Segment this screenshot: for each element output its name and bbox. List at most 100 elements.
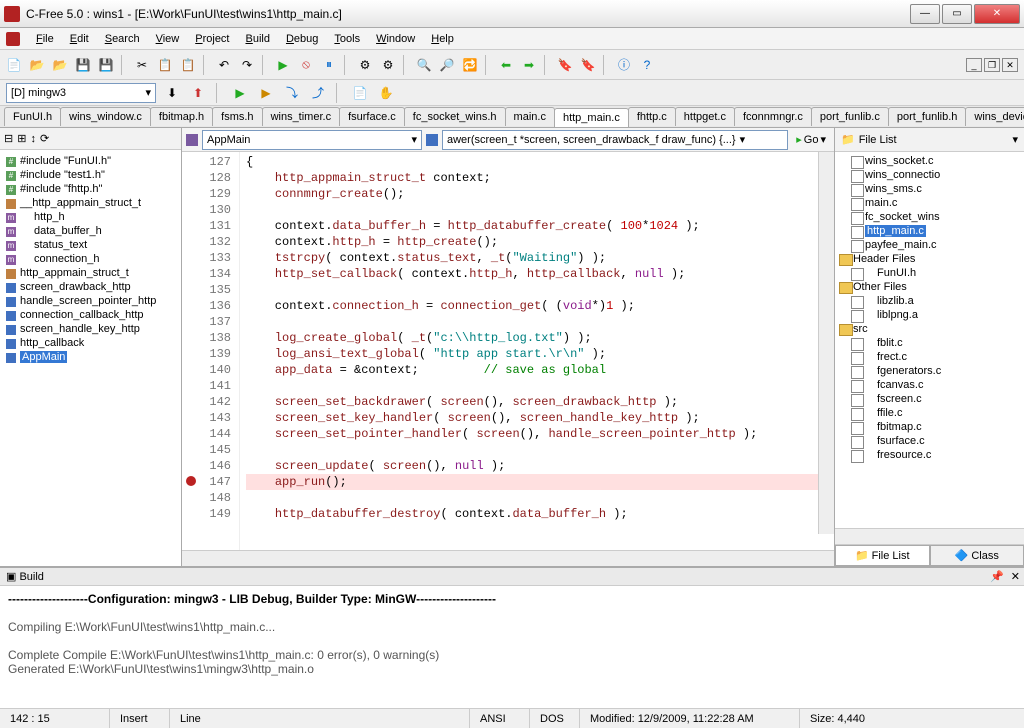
mdi-restore[interactable]: ❐	[984, 58, 1000, 72]
filetab[interactable]: FunUI.h	[4, 107, 61, 126]
file-node[interactable]: fc_socket_wins	[837, 210, 1022, 224]
function-combo[interactable]: awer(screen_t *screen, screen_drawback_f…	[442, 130, 788, 150]
symbol-node[interactable]: #include "test1.h"	[2, 168, 179, 182]
filetab[interactable]: httpget.c	[675, 107, 735, 126]
menu-project[interactable]: Project	[187, 31, 237, 47]
open-icon[interactable]: 📂	[27, 55, 47, 75]
filetab[interactable]: wins_device.c	[965, 107, 1024, 126]
step-icon[interactable]: ⤵	[282, 83, 302, 103]
menu-view[interactable]: View	[148, 31, 188, 47]
breakpoint-icon[interactable]	[186, 476, 196, 486]
menu-build[interactable]: Build	[238, 31, 278, 47]
symbol-node[interactable]: AppMain	[2, 350, 179, 364]
bookmark-icon[interactable]: 🔖	[555, 55, 575, 75]
code-editor[interactable]: 1271281291301311321331341351361371381391…	[182, 152, 834, 550]
file-node[interactable]: wins_connectio	[837, 168, 1022, 182]
saveall-icon[interactable]: 💾	[96, 55, 116, 75]
run-icon[interactable]: ▶	[230, 83, 250, 103]
filetab[interactable]: fsms.h	[212, 107, 262, 126]
sort-icon[interactable]: ↕	[30, 133, 36, 145]
pin-icon[interactable]: 📌	[990, 570, 1004, 583]
hscrollbar[interactable]	[182, 550, 834, 566]
folder-node[interactable]: src	[837, 322, 1022, 336]
cfg-icon1[interactable]: ⬇	[162, 83, 182, 103]
symbol-node[interactable]: __http_appmain_struct_t	[2, 196, 179, 210]
replace-icon[interactable]: 🔁	[460, 55, 480, 75]
scope-combo[interactable]: AppMain▾	[202, 130, 422, 150]
file-node[interactable]: fcanvas.c	[837, 378, 1022, 392]
minimize-button[interactable]: —	[910, 4, 940, 24]
filetab[interactable]: fhttp.c	[628, 107, 676, 126]
mdi-minimize[interactable]: _	[966, 58, 982, 72]
tab-filelist[interactable]: 📁 File List	[835, 545, 930, 566]
symbol-node[interactable]: http_appmain_struct_t	[2, 266, 179, 280]
filetab[interactable]: port_funlib.c	[811, 107, 889, 126]
symbol-tree[interactable]: #include "FunUI.h"#include "test1.h"#inc…	[0, 150, 181, 566]
menu-debug[interactable]: Debug	[278, 31, 326, 47]
undo-icon[interactable]: ↶	[214, 55, 234, 75]
findnext-icon[interactable]: 🔎	[437, 55, 457, 75]
expand-icon[interactable]: ⊞	[17, 132, 26, 145]
symbol-node[interactable]: handle_screen_pointer_http	[2, 294, 179, 308]
menu-edit[interactable]: Edit	[62, 31, 97, 47]
file-node[interactable]: ffile.c	[837, 406, 1022, 420]
file-node[interactable]: fbitmap.c	[837, 420, 1022, 434]
symbol-node[interactable]: status_text	[2, 238, 179, 252]
filelist-hscroll[interactable]	[835, 528, 1024, 544]
symbol-node[interactable]: http_h	[2, 210, 179, 224]
cfg-icon2[interactable]: ⬆	[188, 83, 208, 103]
file-tree[interactable]: wins_socket.cwins_connectiowins_sms.cmai…	[835, 152, 1024, 528]
config-combo[interactable]: [D] mingw3▾	[6, 83, 156, 103]
file-node[interactable]: FunUI.h	[837, 266, 1022, 280]
menu-file[interactable]: File	[28, 31, 62, 47]
file-node[interactable]: fscreen.c	[837, 392, 1022, 406]
compile-icon[interactable]: ⚙	[355, 55, 375, 75]
paste-icon[interactable]: 📋	[178, 55, 198, 75]
symbol-node[interactable]: #include "FunUI.h"	[2, 154, 179, 168]
file-node[interactable]: fsurface.c	[837, 434, 1022, 448]
build-close-icon[interactable]: ✕	[1011, 570, 1020, 583]
symbol-node[interactable]: http_callback	[2, 336, 179, 350]
find-icon[interactable]: 🔍	[414, 55, 434, 75]
symbol-node[interactable]: screen_handle_key_http	[2, 322, 179, 336]
file-node[interactable]: fresource.c	[837, 448, 1022, 462]
back-icon[interactable]: ⬅	[496, 55, 516, 75]
info-icon[interactable]: ⓘ	[614, 55, 634, 75]
maximize-button[interactable]: ▭	[942, 4, 972, 24]
build-output[interactable]: --------------------Configuration: mingw…	[0, 586, 1024, 708]
symbol-node[interactable]: connection_callback_http	[2, 308, 179, 322]
save-icon[interactable]: 💾	[73, 55, 93, 75]
cut-icon[interactable]: ✂	[132, 55, 152, 75]
menu-window[interactable]: Window	[368, 31, 423, 47]
menu-search[interactable]: Search	[97, 31, 148, 47]
filetab[interactable]: fbitmap.h	[150, 107, 213, 126]
copy-icon[interactable]: 📋	[155, 55, 175, 75]
play-icon[interactable]: ▶	[273, 55, 293, 75]
file-node[interactable]: frect.c	[837, 350, 1022, 364]
file-node[interactable]: liblpng.a	[837, 308, 1022, 322]
mdi-close[interactable]: ✕	[1002, 58, 1018, 72]
filetab[interactable]: fsurface.c	[339, 107, 405, 126]
symbol-node[interactable]: connection_h	[2, 252, 179, 266]
debug-icon[interactable]: ▶	[256, 83, 276, 103]
tab-class[interactable]: 🔷 Class	[930, 545, 1024, 566]
menu-tools[interactable]: Tools	[326, 31, 368, 47]
symbol-node[interactable]: screen_drawback_http	[2, 280, 179, 294]
go-play-icon[interactable]: ▸	[796, 133, 802, 146]
filetab[interactable]: fconnmngr.c	[734, 107, 812, 126]
open2-icon[interactable]: 📂	[50, 55, 70, 75]
folder-node[interactable]: Other Files	[837, 280, 1022, 294]
redo-icon[interactable]: ↷	[237, 55, 257, 75]
help-icon[interactable]: ?	[637, 55, 657, 75]
file-node[interactable]: wins_sms.c	[837, 182, 1022, 196]
stop-icon[interactable]: ⦸	[296, 55, 316, 75]
file-node[interactable]: fblit.c	[837, 336, 1022, 350]
bookmark2-icon[interactable]: 🔖	[578, 55, 598, 75]
forward-icon[interactable]: ➡	[519, 55, 539, 75]
tool-icon1[interactable]: 📄	[350, 83, 370, 103]
go-label[interactable]: Go	[804, 134, 819, 146]
filetab[interactable]: main.c	[505, 107, 555, 126]
build-icon[interactable]: ⚙	[378, 55, 398, 75]
tool-icon2[interactable]: ✋	[376, 83, 396, 103]
file-node[interactable]: http_main.c	[837, 224, 1022, 238]
